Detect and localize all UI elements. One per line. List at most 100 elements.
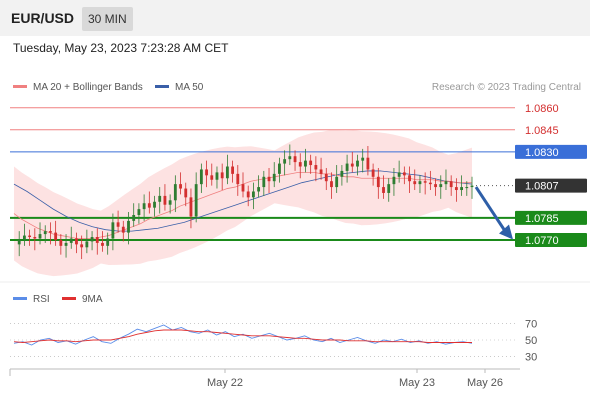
candle-body xyxy=(278,163,281,174)
candle-body xyxy=(418,181,422,185)
ma9-line xyxy=(13,329,472,343)
candle-body xyxy=(366,157,370,170)
credit-text: Research © 2023 Trading Central xyxy=(432,82,581,93)
price-level-labels: 1.0860 1.0845 1.0830 1.0807 1.0785 1.0770 xyxy=(515,100,587,247)
candle-body xyxy=(127,220,130,233)
candle-body xyxy=(283,159,287,164)
rsi-legend-swatch xyxy=(13,297,27,300)
candle-body xyxy=(215,172,219,180)
candle-body xyxy=(85,241,89,248)
ma9-legend-label: 9MA xyxy=(82,294,103,305)
candle-body xyxy=(330,181,333,188)
candle-body xyxy=(111,222,115,239)
candle-body xyxy=(376,176,380,188)
candle-body xyxy=(371,169,375,177)
ma50-legend-label: MA 50 xyxy=(175,82,204,93)
candle-body xyxy=(220,172,224,179)
candle-body xyxy=(106,238,110,246)
candle-body xyxy=(225,166,229,179)
candle-body xyxy=(28,235,32,238)
candle-body xyxy=(64,242,68,246)
candle-body xyxy=(184,188,188,198)
candle-body xyxy=(428,182,432,185)
candle-body xyxy=(449,181,453,188)
candle-body xyxy=(345,163,349,171)
candle-body xyxy=(173,184,177,201)
candle-body xyxy=(132,214,136,221)
candle-body xyxy=(22,235,26,240)
candle-body xyxy=(43,231,47,235)
candle-body xyxy=(69,238,73,243)
candle-body xyxy=(158,195,162,202)
candle-body xyxy=(454,187,458,191)
candle-body xyxy=(246,191,250,198)
candle-body xyxy=(304,160,307,167)
candle-body xyxy=(340,170,344,177)
candle-body xyxy=(392,176,396,185)
candle-body xyxy=(75,238,78,245)
candle-body xyxy=(38,234,42,239)
candle-body xyxy=(361,157,365,161)
candle-body xyxy=(101,242,104,246)
ma20-legend-swatch xyxy=(13,85,27,88)
candle-body xyxy=(470,185,474,188)
rsi-tick-label-70: 70 xyxy=(525,318,537,330)
candle-body xyxy=(179,184,182,189)
candle-body xyxy=(387,184,391,193)
candle-body xyxy=(272,173,276,182)
candle-body xyxy=(59,239,63,246)
candle-body xyxy=(319,169,323,174)
candle-body xyxy=(350,163,354,167)
candle-body xyxy=(194,184,198,217)
rsi-tick-label-30: 30 xyxy=(525,352,537,364)
candle-body xyxy=(116,222,120,227)
candle-body xyxy=(434,184,437,188)
candle-body xyxy=(199,169,203,185)
support-label-1.0785: 1.0785 xyxy=(525,213,559,225)
ma20-legend-label: MA 20 + Bollinger Bands xyxy=(33,82,143,93)
current-price-label-1.0807: 1.0807 xyxy=(525,181,559,193)
candle-body xyxy=(236,173,240,185)
candle-body xyxy=(168,200,172,205)
candle-body xyxy=(444,181,448,185)
candle-body xyxy=(90,237,94,242)
candle-body xyxy=(288,156,292,160)
rsi-panel: 70 50 30 xyxy=(10,318,537,364)
candle-body xyxy=(33,237,37,239)
price-chart: MA 20 + Bollinger Bands MA 50 Research ©… xyxy=(0,82,590,389)
candle-body xyxy=(413,181,417,185)
candle-body xyxy=(205,169,208,176)
forecast-arrow-shaft xyxy=(474,186,508,234)
candle-body xyxy=(121,226,125,233)
pivot-label-1.0830: 1.0830 xyxy=(525,147,559,159)
ma50-legend-swatch xyxy=(155,85,169,88)
candle-body xyxy=(460,187,464,191)
candle-body xyxy=(262,176,266,188)
candle-body xyxy=(49,231,52,233)
candle-body xyxy=(189,197,193,217)
rsi-tick-label-50: 50 xyxy=(525,335,537,347)
x-axis: May 22 May 23 May 26 xyxy=(207,369,503,389)
resistance-label-1.0860: 1.0860 xyxy=(525,103,559,115)
candle-body xyxy=(309,160,313,166)
candle-body xyxy=(314,165,318,170)
candle-body xyxy=(267,176,271,182)
candle-body xyxy=(257,187,261,192)
candle-body xyxy=(241,184,245,192)
candle-body xyxy=(54,232,58,240)
candle-body xyxy=(423,181,427,183)
candle-body xyxy=(397,172,401,177)
candle-body xyxy=(356,160,359,167)
candle-body xyxy=(210,175,214,180)
candle-body xyxy=(147,203,151,208)
candle-body xyxy=(17,239,21,245)
candle-body xyxy=(324,173,328,182)
candle-body xyxy=(298,162,302,167)
candle-body xyxy=(465,187,469,189)
candle-body xyxy=(231,166,235,174)
ma9-legend-swatch xyxy=(62,297,76,300)
support-label-1.0770: 1.0770 xyxy=(525,235,559,247)
candle-body xyxy=(142,203,146,210)
forecast-arrow xyxy=(474,186,513,240)
candle-body xyxy=(408,175,411,182)
